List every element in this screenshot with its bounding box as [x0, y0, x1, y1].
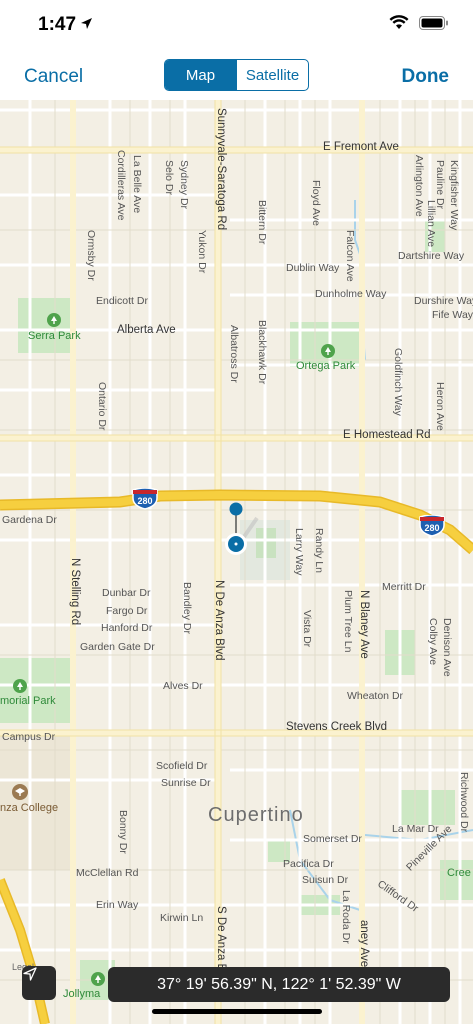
interstate-280-shield-east: 280 [418, 515, 446, 537]
road-label-la-roda: La Roda Dr [340, 890, 352, 944]
road-label-merritt: Merritt Dr [382, 581, 426, 593]
map-type-segmented-control: Map Satellite [164, 59, 309, 91]
road-label-stevens-creek: Stevens Creek Blvd [286, 721, 387, 733]
road-label-blackhawk: Blackhawk Dr [256, 320, 268, 385]
road-label-dunholme: Dunholme Way [315, 288, 387, 300]
road-label-richwood: Richwood Dr [458, 772, 470, 833]
done-button[interactable]: Done [402, 66, 450, 88]
road-label-erin: Erin Way [96, 899, 139, 911]
segment-satellite[interactable]: Satellite [236, 60, 308, 90]
road-label-lillian: Lillian Ave [425, 200, 437, 248]
road-label-dunbar: Dunbar Dr [102, 587, 151, 599]
road-label-bonny: Bonny Dr [117, 810, 129, 854]
road-label-wheaton: Wheaton Dr [347, 690, 404, 702]
cancel-button[interactable]: Cancel [24, 66, 83, 88]
road-label-blaney: aney Ave [358, 920, 370, 968]
status-bar: 1:47 [0, 0, 473, 50]
road-label-ontario: Ontario Dr [96, 382, 108, 431]
road-label-sydney: Sydney Dr [178, 160, 190, 210]
park-label-serra: Serra Park [28, 330, 81, 342]
college-label: nza College [0, 802, 59, 814]
road-label-gardena: Gardena Dr [2, 514, 57, 526]
road-label-homestead: E Homestead Rd [343, 429, 431, 441]
road-label-alves: Alves Dr [163, 680, 203, 692]
road-label-hanford: Hanford Dr [101, 622, 153, 634]
park-label-creek: Cree [447, 867, 471, 879]
coordinates-text: 37° 19' 56.39" N, 122° 1' 52.39" W [157, 975, 401, 993]
road-label-garden-gate: Garden Gate Dr [80, 641, 155, 653]
road-label-falcon: Falcon Ave [344, 230, 356, 282]
road-label-selo: Selo Dr [163, 160, 175, 196]
home-indicator [152, 1009, 322, 1014]
road-label-yukon: Yukon Dr [196, 230, 208, 274]
road-label-arlington: Arlington Ave [413, 155, 425, 217]
road-label-floyd: Floyd Ave [310, 180, 322, 226]
road-label-larry: Larry Way [293, 528, 305, 576]
road-label-mcclellan: McClellan Rd [76, 867, 139, 879]
road-label-endicott: Endicott Dr [96, 295, 148, 307]
location-arrow-icon [80, 17, 93, 35]
road-label-kingfisher: Kingfisher Way [448, 160, 460, 231]
park-label-jollyman: Jollyma [63, 988, 101, 1000]
interstate-280-label-east: 280 [424, 523, 439, 533]
coordinates-readout: 37° 19' 56.39" N, 122° 1' 52.39" W [108, 967, 450, 1002]
road-label-colby: Colby Ave [427, 618, 439, 666]
road-label-bittern: Bittern Dr [256, 200, 268, 245]
road-label-dartshire: Dartshire Way [398, 250, 465, 262]
road-label-fremont: E Fremont Ave [323, 141, 399, 153]
road-label-goldfinch: Goldfinch Way [392, 348, 404, 416]
road-label-la-belle: La Belle Ave [131, 155, 143, 214]
park-label-memorial: morial Park [0, 695, 56, 707]
road-label-somerset: Somerset Dr [303, 833, 362, 845]
road-label-randy: Randy Ln [313, 528, 325, 573]
road-label-durshire: Durshire Way [414, 295, 473, 307]
interstate-280-label: 280 [137, 496, 152, 506]
road-label-la-mar: La Mar Dr [392, 823, 439, 835]
road-label-n-blaney: N Blaney Ave [358, 590, 370, 659]
city-label: Cupertino [208, 804, 304, 826]
road-label-sunnyvale-saratoga: Sunnyvale-Saratoga Rd [215, 108, 227, 231]
road-label-denison: Denison Ave [441, 618, 453, 677]
interstate-280-shield: 280 [131, 488, 159, 510]
road-label-kirwin: Kirwin Ln [160, 912, 204, 924]
road-label-vista: Vista Dr [301, 610, 313, 648]
road-label-fargo: Fargo Dr [106, 605, 148, 617]
current-location-button[interactable] [22, 966, 56, 1000]
battery-icon [419, 15, 449, 35]
status-icons [389, 15, 449, 35]
road-label-suisun: Suisun Dr [302, 874, 349, 886]
road-label-alberta: Alberta Ave [117, 324, 176, 336]
status-time: 1:47 [38, 14, 77, 35]
park-label-ortega: Ortega Park [296, 360, 356, 372]
road-label-plum-tree: Plum Tree Ln [342, 590, 354, 653]
dropped-pin[interactable] [222, 500, 259, 560]
road-label-pacifica: Pacifica Dr [283, 858, 334, 870]
road-label-ormsby: Ormsby Dr [85, 230, 97, 281]
nav-bar: Cancel Map Satellite Done [0, 50, 473, 100]
road-label-n-stelling: N Stelling Rd [69, 558, 81, 626]
road-label-bandley: Bandley Dr [181, 582, 193, 634]
map-view[interactable]: 280 280 E Fremont Ave E Homestead Rd Ste… [0, 100, 473, 1024]
road-label-fife: Fife Way [432, 309, 473, 321]
road-label-dublin: Dublin Way [286, 262, 340, 274]
road-label-campus: Campus Dr [2, 731, 56, 743]
road-label-sunrise: Sunrise Dr [161, 777, 211, 789]
segment-map[interactable]: Map [165, 60, 236, 90]
road-label-scofield: Scofield Dr [156, 760, 208, 772]
road-label-s-de-anza: S De Anza Bl [215, 906, 227, 974]
road-label-cordilleras: Cordilleras Ave [115, 150, 127, 221]
road-label-heron: Heron Ave [434, 382, 446, 431]
wifi-icon [389, 15, 409, 35]
road-label-albatross: Albatross Dr [228, 325, 240, 383]
road-label-n-de-anza: N De Anza Blvd [213, 580, 225, 661]
